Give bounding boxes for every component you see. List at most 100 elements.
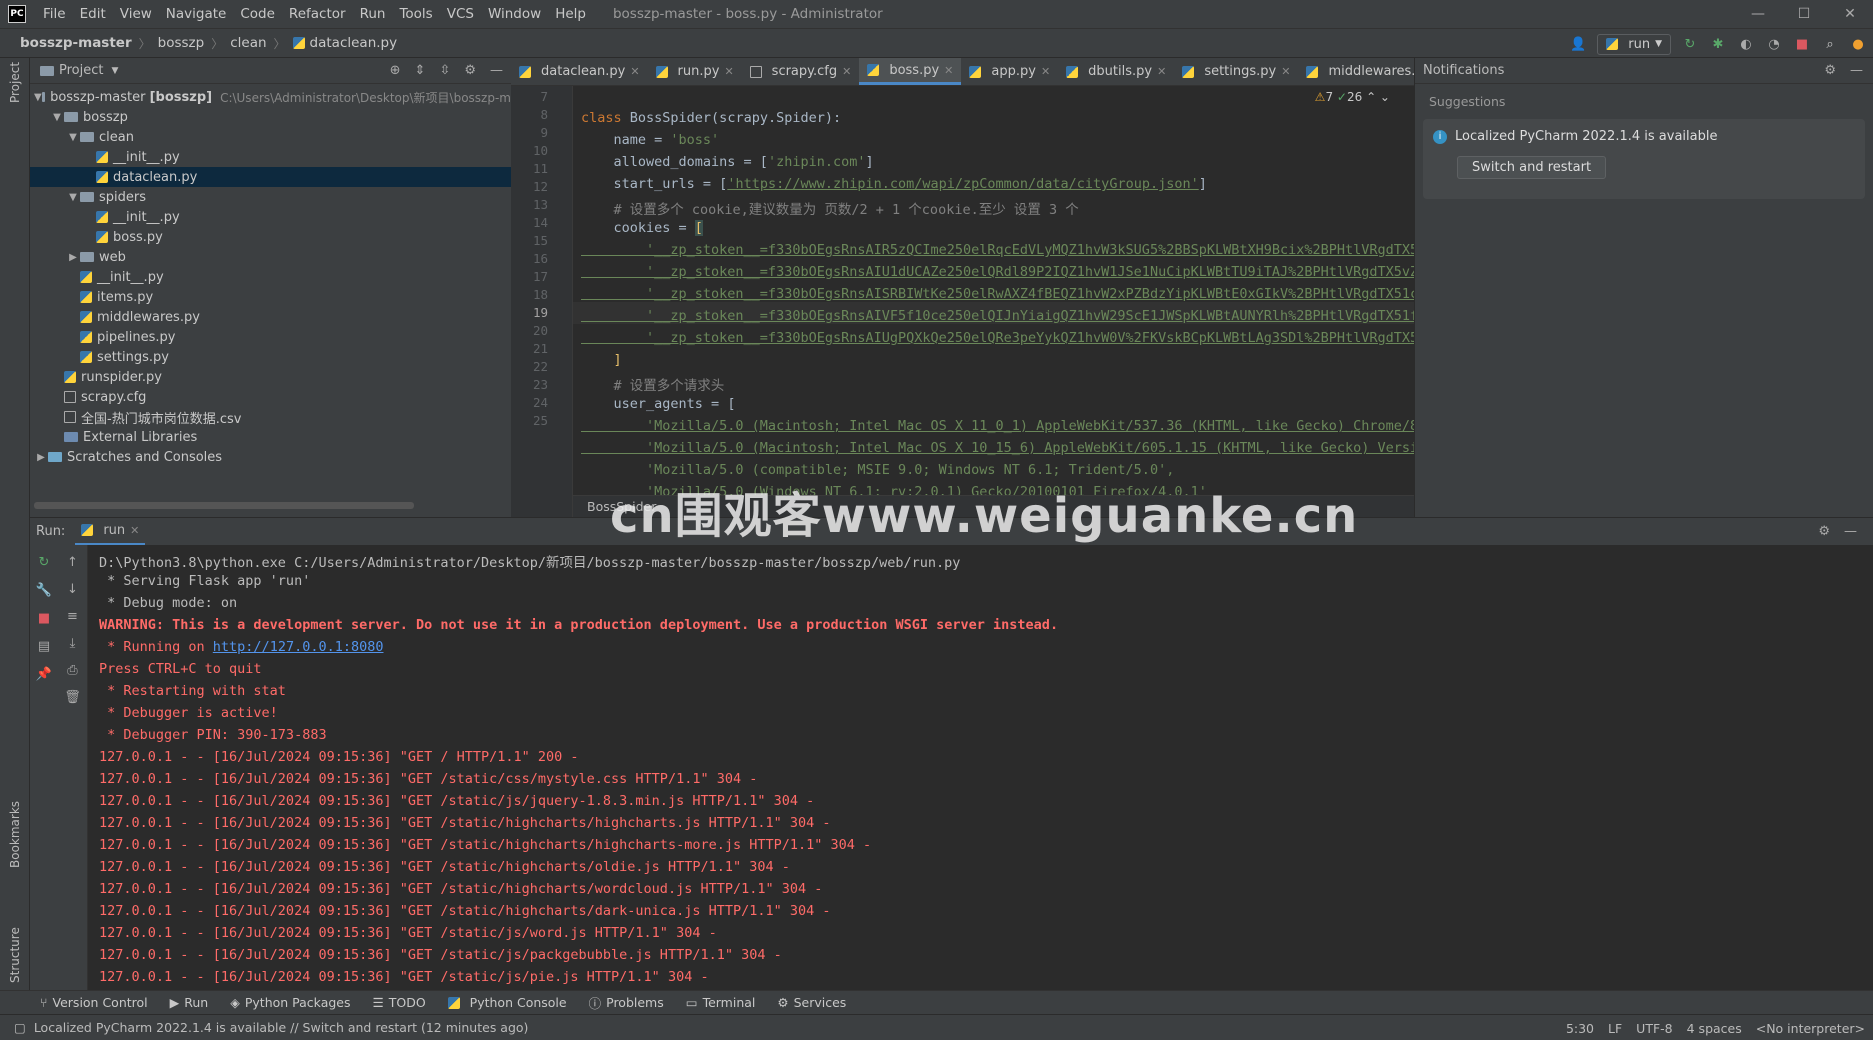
gear-icon[interactable]: ⚙ [464, 63, 476, 78]
tree-folder-spiders[interactable]: ▼ spiders [30, 187, 511, 207]
project-panel-title[interactable]: Project [59, 63, 103, 78]
minimize-icon[interactable]: — [1735, 0, 1781, 28]
tab-dbutils[interactable]: dbutils.py ✕ [1058, 58, 1174, 85]
menu-navigate[interactable]: Navigate [159, 6, 234, 22]
tool-todo[interactable]: ☰ TODO [373, 995, 426, 1010]
tree-scratches[interactable]: ▶ Scratches and Consoles [30, 447, 511, 467]
soft-wrap-icon[interactable]: ≡ [67, 609, 78, 624]
maximize-icon[interactable]: ☐ [1781, 0, 1827, 28]
print-icon[interactable]: ⎙ [67, 663, 77, 678]
tree-folder-clean[interactable]: ▼ clean [30, 127, 511, 147]
search-icon[interactable]: ⌕ [1821, 35, 1839, 53]
user-icon[interactable]: 👤 [1569, 35, 1587, 53]
menu-window[interactable]: Window [481, 6, 548, 22]
code-editor[interactable]: class BossSpider(scrapy.Spider): name = … [573, 86, 1414, 517]
tree-file[interactable]: items.py [30, 287, 511, 307]
stop-icon[interactable]: ■ [38, 611, 50, 626]
tab-app[interactable]: app.py ✕ [961, 58, 1058, 85]
stop-icon[interactable]: ■ [1793, 35, 1811, 53]
close-icon[interactable]: ✕ [1041, 65, 1050, 78]
run-console[interactable]: D:\Python3.8\python.exe C:/Users/Adminis… [88, 545, 1873, 990]
status-message[interactable]: Localized PyCharm 2022.1.4 is available … [34, 1020, 529, 1035]
line-separator[interactable]: LF [1608, 1021, 1622, 1036]
expand-all-icon[interactable]: ⇕ [415, 63, 426, 78]
tree-file[interactable]: settings.py [30, 347, 511, 367]
hide-icon[interactable]: — [490, 63, 503, 78]
hide-icon[interactable]: — [1844, 524, 1857, 539]
inspection-widget[interactable]: ⚠7 ✓26 ⌃ ⌄ [1314, 90, 1390, 104]
breadcrumb-clean[interactable]: clean [230, 35, 266, 51]
tree-file[interactable]: runspider.py [30, 367, 511, 387]
tree-file[interactable]: __init__.py [30, 207, 511, 227]
collapse-all-icon[interactable]: ⇳ [439, 63, 450, 78]
breadcrumb-project[interactable]: bosszp-master [20, 35, 132, 51]
tree-file[interactable]: __init__.py [30, 267, 511, 287]
coverage-icon[interactable]: ◐ [1737, 35, 1755, 53]
run-tab[interactable]: run ✕ [75, 518, 146, 546]
close-icon[interactable]: ✕ [842, 65, 851, 78]
rerun-icon[interactable]: ↻ [39, 555, 50, 570]
menu-file[interactable]: File [36, 6, 73, 22]
structure-tool-tab[interactable]: Structure [8, 927, 22, 983]
caret-position[interactable]: 5:30 [1566, 1021, 1594, 1036]
menu-run[interactable]: Run [353, 6, 393, 22]
close-icon[interactable]: ✕ [944, 64, 953, 77]
tool-version-control[interactable]: ⑂ Version Control [40, 995, 148, 1010]
close-icon[interactable]: ✕ [1157, 65, 1166, 78]
menu-edit[interactable]: Edit [73, 6, 113, 22]
tool-terminal[interactable]: ▭ Terminal [686, 995, 756, 1010]
gear-icon[interactable]: ⚙ [1818, 524, 1830, 539]
switch-and-restart-button[interactable]: Switch and restart [1457, 156, 1607, 179]
tree-root[interactable]: ▼ bosszp-master [bosszp] C:\Users\Administ… [30, 87, 511, 107]
indent-setting[interactable]: 4 spaces [1687, 1021, 1742, 1036]
breadcrumb-file[interactable]: dataclean.py [310, 35, 398, 51]
gear-icon[interactable]: ⚙ [1824, 63, 1836, 78]
arrow-up-icon[interactable]: ↑ [67, 555, 78, 570]
arrow-down-icon[interactable]: ↓ [67, 582, 78, 597]
run-config-select[interactable]: run ▼ [1597, 33, 1671, 55]
close-icon[interactable]: ✕ [130, 524, 139, 537]
tree-folder-web[interactable]: ▶ web [30, 247, 511, 267]
rerun-icon[interactable]: ↻ [1681, 35, 1699, 53]
menu-help[interactable]: Help [548, 6, 593, 22]
interpreter-setting[interactable]: <No interpreter> [1756, 1021, 1865, 1036]
tree-folder-bosszp[interactable]: ▼ bosszp [30, 107, 511, 127]
menu-tools[interactable]: Tools [392, 6, 439, 22]
close-icon[interactable]: ✕ [630, 65, 639, 78]
scroll-to-end-icon[interactable]: ⤓ [70, 636, 76, 651]
trash-icon[interactable]: 🗑 [64, 690, 81, 705]
tab-run[interactable]: run.py ✕ [648, 58, 742, 85]
update-icon[interactable]: ● [1849, 35, 1867, 53]
debug-icon[interactable]: ✱ [1709, 35, 1727, 53]
file-encoding[interactable]: UTF-8 [1636, 1021, 1672, 1036]
tree-external-libraries[interactable]: External Libraries [30, 427, 511, 447]
close-window-icon[interactable]: ✕ [1827, 0, 1873, 28]
tree-file[interactable]: scrapy.cfg [30, 387, 511, 407]
menu-code[interactable]: Code [233, 6, 282, 22]
tab-boss[interactable]: boss.py ✕ [859, 58, 962, 85]
horizontal-scrollbar[interactable] [34, 502, 414, 509]
close-icon[interactable]: ✕ [724, 65, 733, 78]
tab-scrapy-cfg[interactable]: scrapy.cfg ✕ [742, 58, 860, 85]
tab-settings[interactable]: settings.py ✕ [1174, 58, 1298, 85]
tool-python-packages[interactable]: ◈ Python Packages [230, 995, 350, 1010]
tree-file[interactable]: middlewares.py [30, 307, 511, 327]
menu-view[interactable]: View [113, 6, 159, 22]
tool-python-console[interactable]: Python Console [447, 995, 567, 1010]
server-url-link[interactable]: http://127.0.0.1:8080 [213, 639, 384, 655]
tree-file[interactable]: boss.py [30, 227, 511, 247]
locate-icon[interactable]: ⊕ [390, 63, 401, 78]
profile-icon[interactable]: ◔ [1765, 35, 1783, 53]
project-tool-tab[interactable]: Project [8, 62, 22, 103]
layout-icon[interactable]: ▤ [38, 639, 50, 654]
tree-file[interactable]: 全国-热门城市岗位数据.csv [30, 407, 511, 427]
wrench-icon[interactable]: 🔧 [36, 583, 52, 598]
tree-file[interactable]: pipelines.py [30, 327, 511, 347]
event-log-icon[interactable]: ▢ [14, 1020, 26, 1035]
menu-vcs[interactable]: VCS [440, 6, 481, 22]
menu-refactor[interactable]: Refactor [282, 6, 353, 22]
pin-icon[interactable]: 📌 [36, 667, 52, 682]
tool-services[interactable]: ⚙ Services [777, 995, 846, 1010]
tree-file[interactable]: __init__.py [30, 147, 511, 167]
close-icon[interactable]: ✕ [1281, 65, 1290, 78]
